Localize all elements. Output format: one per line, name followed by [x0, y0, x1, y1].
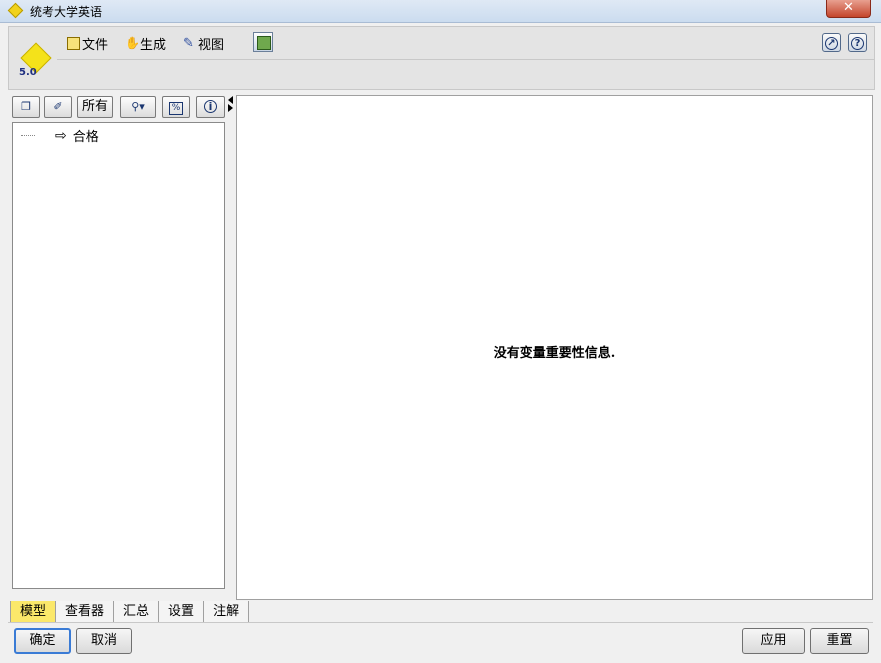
eraser-icon: ✐ — [53, 100, 63, 113]
menu-file[interactable]: 文件 — [67, 34, 108, 53]
show-all-button[interactable]: 所有 — [77, 96, 113, 118]
brush-icon: ✎ — [183, 36, 194, 51]
menu-view-label: 视图 — [198, 38, 225, 53]
tab-settings[interactable]: 设置 — [158, 601, 205, 623]
copy-icon: ❐ — [21, 100, 31, 113]
tab-bar: 模型 查看器 汇总 设置 注解 — [10, 601, 250, 623]
window-title: 统考大学英语 — [30, 5, 103, 19]
pin-icon: ⚲▾ — [131, 100, 145, 113]
clear-button[interactable]: ✐ — [44, 96, 72, 118]
file-icon — [67, 37, 80, 50]
help-icon: ? — [851, 37, 864, 50]
expand-icon: ↗ — [825, 37, 838, 50]
menu-bar: 文件 ✋ 生成 ✎ 视图 ↗ ? — [57, 27, 874, 60]
menu-file-label: 文件 — [82, 38, 109, 53]
tree-item-label: 合格 — [72, 130, 99, 145]
cancel-button[interactable]: 取消 — [76, 628, 132, 654]
splitter-handle[interactable] — [228, 96, 234, 112]
expand-button[interactable]: ↗ — [822, 33, 841, 52]
tree-connector — [21, 135, 35, 136]
info-icon: i — [204, 100, 217, 113]
help-button[interactable]: ? — [848, 33, 867, 52]
empty-message: 没有变量重要性信息. — [493, 346, 616, 361]
left-toolbar: ❐ ✐ 所有 ⚲▾ % i — [10, 96, 228, 120]
title-bar: 统考大学英语 ✕ — [0, 0, 881, 23]
rule-tree: ⇨ 合格 — [12, 122, 225, 589]
preview-image-button[interactable] — [253, 32, 273, 52]
tab-summary[interactable]: 汇总 — [113, 601, 160, 623]
tab-annotations[interactable]: 注解 — [203, 601, 250, 623]
expand-right-icon — [228, 104, 233, 112]
percent-icon: % — [168, 102, 184, 115]
node-diamond-icon — [7, 2, 24, 19]
reset-button[interactable]: 重置 — [810, 628, 869, 654]
collapse-left-icon — [228, 96, 233, 104]
tab-viewer[interactable]: 查看器 — [55, 601, 115, 623]
tab-model[interactable]: 模型 — [10, 601, 57, 623]
node-version-label: 5.0 — [19, 67, 37, 78]
header-panel: 5.0 文件 ✋ 生成 ✎ 视图 ↗ ? — [8, 26, 875, 90]
copy-button[interactable]: ❐ — [12, 96, 40, 118]
menu-generate[interactable]: ✋ 生成 — [125, 34, 167, 54]
image-icon — [257, 36, 271, 50]
menu-generate-label: 生成 — [140, 38, 167, 53]
percent-button[interactable]: % — [162, 96, 190, 118]
apply-button[interactable]: 应用 — [742, 628, 805, 654]
info-button[interactable]: i — [196, 96, 225, 118]
tree-item[interactable]: ⇨ 合格 — [21, 126, 99, 145]
arrow-right-icon: ⇨ — [55, 127, 67, 144]
menu-view[interactable]: ✎ 视图 — [183, 34, 224, 53]
pin-dropdown-button[interactable]: ⚲▾ — [120, 96, 156, 118]
divider — [8, 622, 873, 623]
hand-icon: ✋ — [125, 36, 140, 50]
c50-node-icon: 5.0 — [13, 41, 53, 83]
close-button[interactable]: ✕ — [826, 0, 871, 18]
ok-button[interactable]: 确定 — [14, 628, 71, 654]
importance-pane: 没有变量重要性信息. — [236, 95, 873, 600]
